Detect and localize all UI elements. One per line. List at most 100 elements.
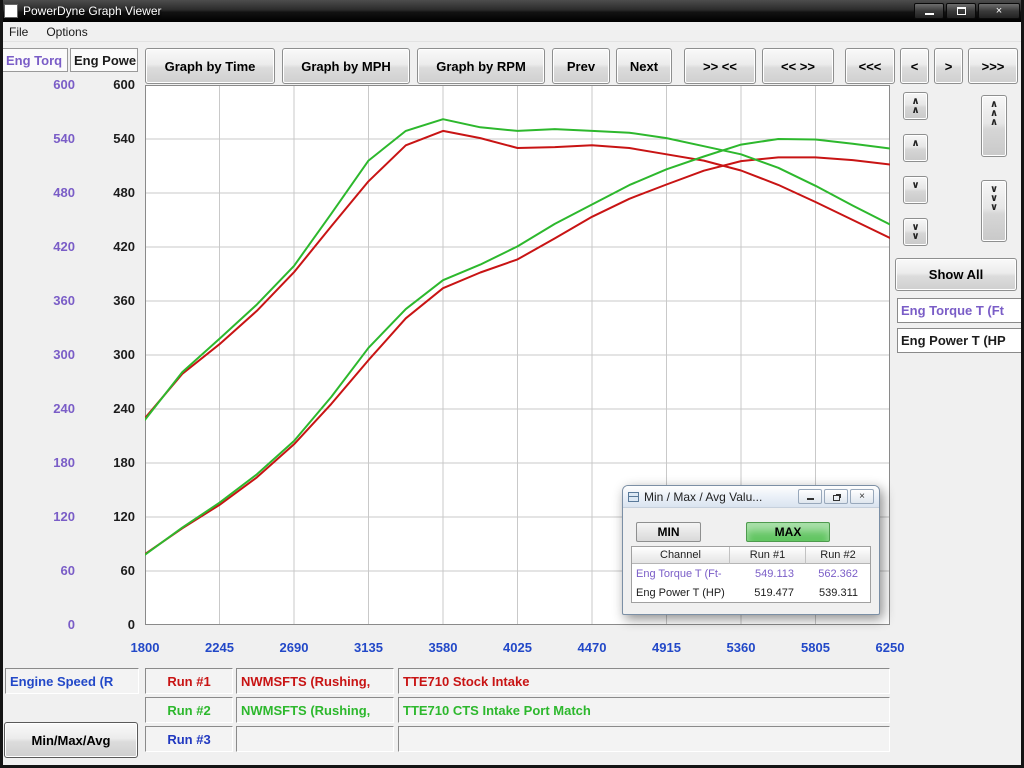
- menu-options[interactable]: Options: [37, 23, 96, 41]
- maximize-button[interactable]: [946, 3, 976, 19]
- y-tick-label: 360: [27, 293, 75, 309]
- minmax-restore-button[interactable]: [824, 489, 848, 504]
- table-icon: [628, 492, 639, 502]
- y-tick-label: 120: [27, 509, 75, 525]
- table-row-power: Eng Power T (HP) 519.477 539.311: [632, 583, 870, 602]
- tab-eng-power[interactable]: Eng Power: [70, 48, 138, 72]
- y-tick-label: 480: [27, 185, 75, 201]
- x-tick-label: 4915: [637, 640, 697, 655]
- y-tick-label: 120: [87, 509, 135, 525]
- x-tick-label: 3135: [339, 640, 399, 655]
- minmax-close-button[interactable]: ×: [850, 489, 874, 504]
- y-tick-label: 180: [87, 455, 135, 471]
- app-icon: [4, 4, 18, 18]
- pan-left-button[interactable]: <: [900, 48, 929, 84]
- run2-row: Run #2 NWMSFTS (Rushing, TTE710 CTS Inta…: [0, 697, 1024, 723]
- y-tick-label: 360: [87, 293, 135, 309]
- minmax-table: Channel Run #1 Run #2 Eng Torque T (Ft- …: [631, 546, 871, 603]
- scroll-up-button[interactable]: ∧: [903, 134, 928, 162]
- minmax-window: Min / Max / Avg Valu... × MIN MAX Channe…: [622, 485, 880, 615]
- cell-run2-value: 562.362: [806, 564, 870, 583]
- next-button[interactable]: Next: [616, 48, 672, 84]
- y-tick-label: 60: [27, 563, 75, 579]
- cell-run2-value: 539.311: [806, 583, 870, 602]
- y-tick-label: 240: [87, 401, 135, 417]
- minmax-titlebar[interactable]: Min / Max / Avg Valu... ×: [623, 486, 879, 508]
- y-axis-torque-labels: 060120180240300360420480540600: [27, 85, 75, 625]
- menu-file[interactable]: File: [0, 23, 37, 41]
- maximize-icon: [957, 7, 966, 15]
- show-all-button[interactable]: Show All: [895, 258, 1017, 291]
- column-header-channel[interactable]: Channel: [632, 547, 730, 564]
- pan-left-fast-button[interactable]: <<<: [845, 48, 895, 84]
- graph-by-time-button[interactable]: Graph by Time: [145, 48, 275, 84]
- window-title: PowerDyne Graph Viewer: [23, 4, 162, 18]
- table-header-row: Channel Run #1 Run #2: [632, 547, 870, 564]
- y-tick-label: 540: [87, 131, 135, 147]
- restore-icon: [833, 495, 840, 501]
- run3-label: Run #3: [145, 726, 233, 752]
- x-tick-label: 5360: [711, 640, 771, 655]
- run2-file: NWMSFTS (Rushing,: [236, 697, 394, 723]
- y-tick-label: 300: [27, 347, 75, 363]
- scroll-down-fast-button[interactable]: ∨ ∨: [903, 218, 928, 246]
- graph-by-mph-button[interactable]: Graph by MPH: [282, 48, 410, 84]
- y-tick-label: 0: [87, 617, 135, 633]
- cell-channel: Eng Torque T (Ft-: [632, 564, 730, 583]
- y-axis-power-labels: 060120180240300360420480540600: [87, 85, 135, 625]
- legend-eng-torque[interactable]: Eng Torque T (Ft: [897, 298, 1023, 323]
- x-axis-labels: 1800224526903135358040254470491553605805…: [145, 640, 890, 658]
- y-tick-label: 60: [87, 563, 135, 579]
- collapse-y-scale-button[interactable]: ∨ ∨ ∨: [981, 180, 1007, 242]
- menu-bar: File Options: [0, 22, 1024, 42]
- y-tick-label: 180: [27, 455, 75, 471]
- prev-button[interactable]: Prev: [552, 48, 610, 84]
- legend-eng-power[interactable]: Eng Power T (HP: [897, 328, 1023, 353]
- column-header-run2[interactable]: Run #2: [806, 547, 870, 564]
- x-tick-label: 2245: [190, 640, 250, 655]
- minimize-icon: [807, 498, 814, 500]
- minimize-icon: [925, 13, 934, 15]
- run1-label: Run #1: [145, 668, 233, 694]
- minmax-avg-button[interactable]: Min/Max/Avg: [4, 722, 138, 758]
- x-tick-label: 4025: [488, 640, 548, 655]
- min-button[interactable]: MIN: [636, 522, 701, 542]
- cell-run1-value: 549.113: [730, 564, 806, 583]
- cell-channel: Eng Power T (HP): [632, 583, 730, 602]
- max-button[interactable]: MAX: [746, 522, 830, 542]
- y-tick-label: 0: [27, 617, 75, 633]
- x-tick-label: 2690: [264, 640, 324, 655]
- x-tick-label: 5805: [786, 640, 846, 655]
- minimize-button[interactable]: [914, 3, 944, 19]
- zoom-out-x-button[interactable]: << >>: [762, 48, 834, 84]
- run3-row: Run #3: [0, 726, 1024, 752]
- run1-file: NWMSFTS (Rushing,: [236, 668, 394, 694]
- tab-eng-torque[interactable]: Eng Torq: [2, 48, 68, 72]
- scroll-down-button[interactable]: ∨: [903, 176, 928, 204]
- y-tick-label: 480: [87, 185, 135, 201]
- pan-right-button[interactable]: >: [934, 48, 963, 84]
- pan-right-fast-button[interactable]: >>>: [968, 48, 1018, 84]
- y-tick-label: 600: [87, 77, 135, 93]
- zoom-in-x-button[interactable]: >> <<: [684, 48, 756, 84]
- title-bar[interactable]: PowerDyne Graph Viewer ×: [0, 0, 1024, 22]
- x-tick-label: 4470: [562, 640, 622, 655]
- y-tick-label: 540: [27, 131, 75, 147]
- graph-by-rpm-button[interactable]: Graph by RPM: [417, 48, 545, 84]
- run1-description: TTE710 Stock Intake: [398, 668, 890, 694]
- y-tick-label: 600: [27, 77, 75, 93]
- run2-label: Run #2: [145, 697, 233, 723]
- run3-description: [398, 726, 890, 752]
- x-tick-label: 3580: [413, 640, 473, 655]
- expand-y-scale-button[interactable]: ∧ ∧ ∧: [981, 95, 1007, 157]
- run2-description: TTE710 CTS Intake Port Match: [398, 697, 890, 723]
- y-tick-label: 240: [27, 401, 75, 417]
- y-tick-label: 420: [87, 239, 135, 255]
- column-header-run1[interactable]: Run #1: [730, 547, 806, 564]
- cell-run1-value: 519.477: [730, 583, 806, 602]
- minmax-minimize-button[interactable]: [798, 489, 822, 504]
- x-tick-label: 6250: [860, 640, 920, 655]
- y-tick-label: 420: [27, 239, 75, 255]
- scroll-up-fast-button[interactable]: ∧ ∧: [903, 92, 928, 120]
- close-button[interactable]: ×: [978, 3, 1020, 19]
